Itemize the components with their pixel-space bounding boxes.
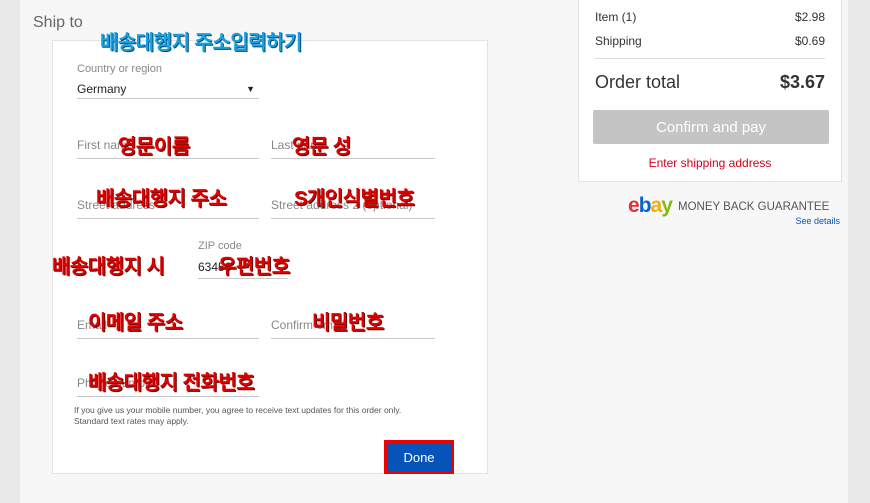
annotation-zip: 우편번호: [218, 256, 290, 278]
chevron-down-icon: ▼: [246, 84, 255, 94]
window-frame-right: [848, 0, 870, 503]
item-price: $2.98: [794, 10, 825, 24]
country-select[interactable]: Country or region Germany ▼: [77, 61, 259, 99]
country-value: Germany: [77, 82, 127, 96]
see-details-link[interactable]: See details: [795, 216, 840, 226]
window-frame-left: [0, 0, 20, 503]
annotation-phone: 배송대행지 전화번호: [88, 372, 255, 394]
done-button[interactable]: Done: [384, 440, 454, 474]
ebay-logo: ebay: [628, 194, 673, 217]
annotation-street2: S개인식별번호: [294, 188, 415, 210]
order-total-label: Order total: [595, 72, 681, 92]
annotation-first-name: 영문이름: [118, 136, 190, 158]
annotation-street: 배송대행지 주소: [96, 188, 227, 210]
ship-to-title: Ship to: [33, 14, 83, 31]
shipping-row: Shipping $0.69: [595, 34, 825, 48]
annotation-email: 이메일 주소: [88, 312, 183, 334]
shipping-label: Shipping: [595, 34, 642, 48]
annotation-password: 비밀번호: [312, 312, 384, 334]
guarantee-text: MONEY BACK GUARANTEE: [678, 201, 830, 213]
order-total-row: Order total $3.67: [595, 72, 825, 93]
order-total-value: $3.67: [779, 72, 825, 92]
annotation-address-input: 배송대행지 주소입력하기: [100, 32, 302, 54]
item-row: Item (1) $2.98: [595, 10, 825, 24]
item-label: Item (1): [595, 10, 637, 24]
sms-disclaimer: If you give us your mobile number, you a…: [74, 405, 402, 426]
confirm-and-pay-button[interactable]: Confirm and pay: [593, 110, 829, 144]
annotation-city: 배송대행지 시: [52, 256, 165, 278]
country-label: Country or region: [77, 63, 162, 75]
summary-divider: [595, 58, 825, 59]
money-back-guarantee: ebay MONEY BACK GUARANTEE See details: [628, 194, 840, 226]
order-summary-card: Item (1) $2.98 Shipping $0.69 Order tota…: [578, 0, 842, 182]
annotation-last-name: 영문 성: [292, 136, 351, 158]
shipping-price: $0.69: [794, 34, 825, 48]
shipping-address-warning: Enter shipping address: [648, 156, 772, 170]
